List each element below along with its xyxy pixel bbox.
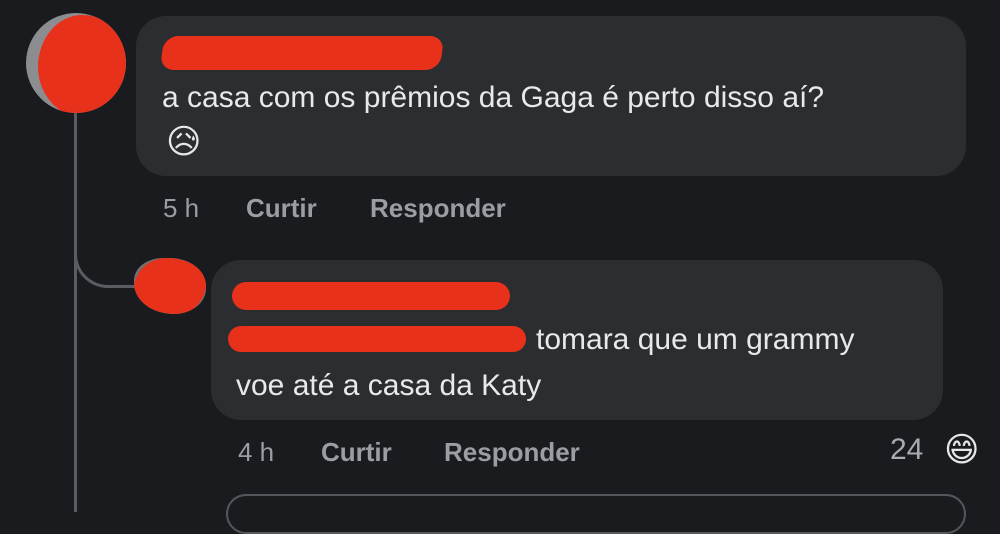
reply-text-line-1: tomara que um grammy [536,323,855,356]
author-name-redacted[interactable] [232,282,510,310]
author-name-redacted[interactable] [159,36,445,70]
avatar-redaction [38,15,126,113]
next-comment-box[interactable] [226,494,966,534]
laughing-face-icon[interactable]: 😄 [944,430,984,470]
reply-timestamp: 4 h [238,437,275,467]
like-button[interactable]: Curtir [246,192,317,224]
comment-timestamp: 5 h [163,193,200,223]
avatar-redaction [134,258,206,314]
comment-text: a casa com os prêmios da Gaga é perto di… [162,81,825,114]
avatar[interactable] [134,258,206,314]
thread-line [74,112,77,512]
reaction-count[interactable]: 24 [890,432,923,468]
mention-redacted[interactable] [228,326,526,352]
like-button[interactable]: Curtir [321,436,392,468]
reply-button[interactable]: Responder [444,436,580,468]
reply-button[interactable]: Responder [370,192,506,224]
reply-text-line-2: voe até a casa da Katy [236,369,542,402]
sad-relieved-face-icon: 😥 [166,123,202,161]
reply-connector [74,232,136,288]
avatar[interactable] [26,13,126,113]
